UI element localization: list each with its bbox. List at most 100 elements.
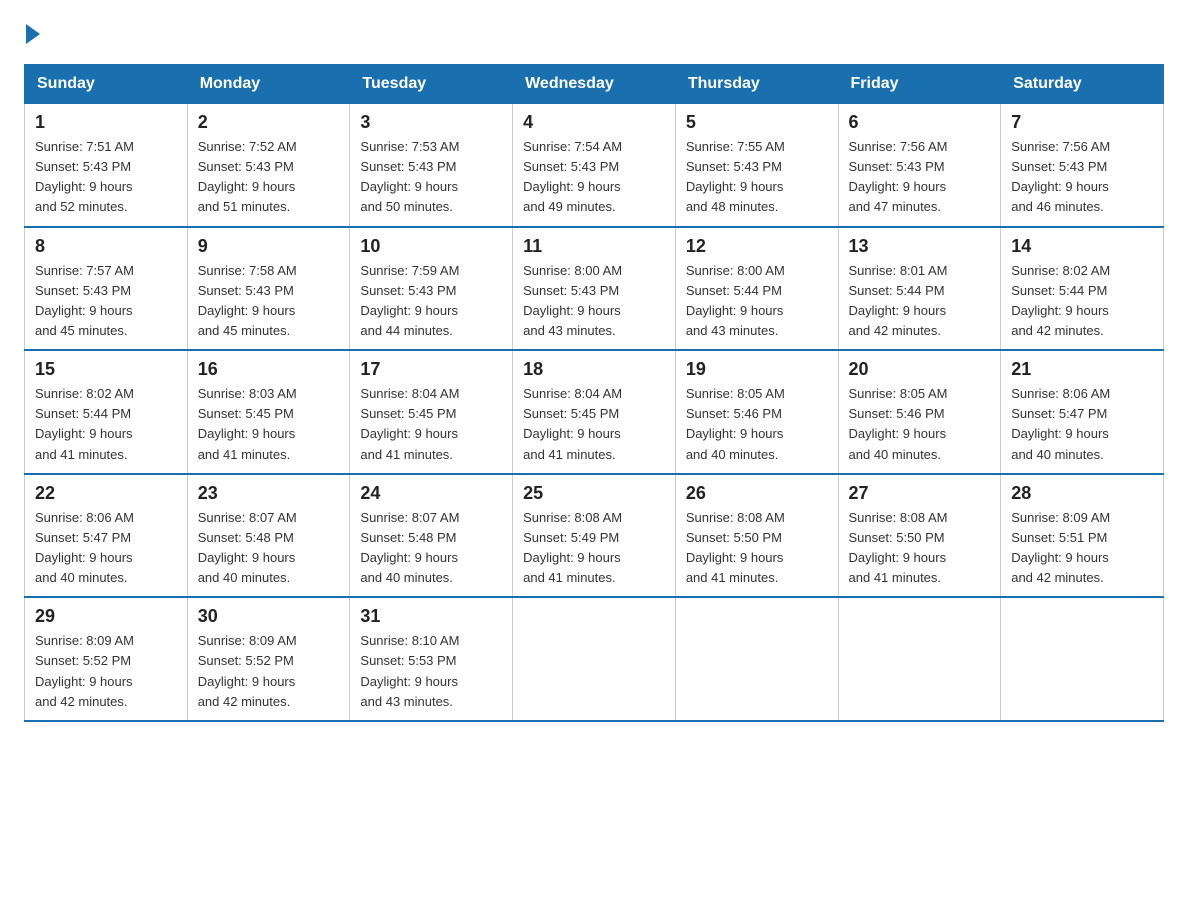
calendar-week-row: 8 Sunrise: 7:57 AMSunset: 5:43 PMDaylight… xyxy=(25,227,1164,351)
calendar-header-tuesday: Tuesday xyxy=(350,65,513,104)
calendar-cell: 29 Sunrise: 8:09 AMSunset: 5:52 PMDayligh… xyxy=(25,597,188,721)
day-info: Sunrise: 8:01 AMSunset: 5:44 PMDaylight:… xyxy=(849,261,991,342)
day-info: Sunrise: 7:55 AMSunset: 5:43 PMDaylight:… xyxy=(686,137,828,218)
day-info: Sunrise: 8:08 AMSunset: 5:50 PMDaylight:… xyxy=(686,508,828,589)
day-number: 7 xyxy=(1011,112,1153,133)
calendar-cell xyxy=(838,597,1001,721)
day-info: Sunrise: 8:00 AMSunset: 5:43 PMDaylight:… xyxy=(523,261,665,342)
calendar-cell: 23Sunrise: 8:07 AMSunset: 5:48 PMDayligh… xyxy=(187,474,350,598)
day-number: 24 xyxy=(360,483,502,504)
calendar-cell: 30 Sunrise: 8:09 AMSunset: 5:52 PMDayligh… xyxy=(187,597,350,721)
day-number: 4 xyxy=(523,112,665,133)
day-info: Sunrise: 8:07 AMSunset: 5:48 PMDaylight:… xyxy=(360,508,502,589)
day-number: 15 xyxy=(35,359,177,380)
day-info: Sunrise: 8:05 AMSunset: 5:46 PMDaylight:… xyxy=(686,384,828,465)
day-number: 8 xyxy=(35,236,177,257)
calendar-table: SundayMondayTuesdayWednesdayThursdayFrid… xyxy=(24,64,1164,722)
day-info: Sunrise: 7:59 AMSunset: 5:43 PMDaylight:… xyxy=(360,261,502,342)
day-info: Sunrise: 8:08 AMSunset: 5:50 PMDaylight:… xyxy=(849,508,991,589)
calendar-cell: 5 Sunrise: 7:55 AMSunset: 5:43 PMDaylight… xyxy=(675,104,838,227)
calendar-cell: 27 Sunrise: 8:08 AMSunset: 5:50 PMDayligh… xyxy=(838,474,1001,598)
calendar-cell: 10 Sunrise: 7:59 AMSunset: 5:43 PMDayligh… xyxy=(350,227,513,351)
day-info: Sunrise: 8:00 AMSunset: 5:44 PMDaylight:… xyxy=(686,261,828,342)
day-number: 26 xyxy=(686,483,828,504)
day-number: 30 xyxy=(198,606,340,627)
calendar-cell: 1 Sunrise: 7:51 AMSunset: 5:43 PMDaylight… xyxy=(25,104,188,227)
calendar-header-saturday: Saturday xyxy=(1001,65,1164,104)
day-info: Sunrise: 8:10 AMSunset: 5:53 PMDaylight:… xyxy=(360,631,502,712)
calendar-cell xyxy=(1001,597,1164,721)
day-info: Sunrise: 7:51 AMSunset: 5:43 PMDaylight:… xyxy=(35,137,177,218)
day-info: Sunrise: 7:53 AMSunset: 5:43 PMDaylight:… xyxy=(360,137,502,218)
calendar-cell: 11 Sunrise: 8:00 AMSunset: 5:43 PMDayligh… xyxy=(513,227,676,351)
calendar-cell: 14 Sunrise: 8:02 AMSunset: 5:44 PMDayligh… xyxy=(1001,227,1164,351)
calendar-cell: 3 Sunrise: 7:53 AMSunset: 5:43 PMDaylight… xyxy=(350,104,513,227)
calendar-cell: 8 Sunrise: 7:57 AMSunset: 5:43 PMDaylight… xyxy=(25,227,188,351)
calendar-cell: 6 Sunrise: 7:56 AMSunset: 5:43 PMDaylight… xyxy=(838,104,1001,227)
calendar-cell: 20 Sunrise: 8:05 AMSunset: 5:46 PMDayligh… xyxy=(838,350,1001,474)
calendar-cell: 21Sunrise: 8:06 AMSunset: 5:47 PMDayligh… xyxy=(1001,350,1164,474)
day-number: 3 xyxy=(360,112,502,133)
day-number: 5 xyxy=(686,112,828,133)
logo-arrow-icon xyxy=(26,24,40,44)
day-number: 31 xyxy=(360,606,502,627)
calendar-cell: 24 Sunrise: 8:07 AMSunset: 5:48 PMDayligh… xyxy=(350,474,513,598)
logo xyxy=(24,24,42,44)
day-info: Sunrise: 8:09 AMSunset: 5:51 PMDaylight:… xyxy=(1011,508,1153,589)
day-number: 20 xyxy=(849,359,991,380)
calendar-cell: 22 Sunrise: 8:06 AMSunset: 5:47 PMDayligh… xyxy=(25,474,188,598)
calendar-week-row: 1 Sunrise: 7:51 AMSunset: 5:43 PMDaylight… xyxy=(25,104,1164,227)
day-number: 10 xyxy=(360,236,502,257)
calendar-header-sunday: Sunday xyxy=(25,65,188,104)
day-info: Sunrise: 7:58 AMSunset: 5:43 PMDaylight:… xyxy=(198,261,340,342)
calendar-cell: 17Sunrise: 8:04 AMSunset: 5:45 PMDayligh… xyxy=(350,350,513,474)
calendar-cell: 9Sunrise: 7:58 AMSunset: 5:43 PMDaylight… xyxy=(187,227,350,351)
day-number: 22 xyxy=(35,483,177,504)
calendar-header-friday: Friday xyxy=(838,65,1001,104)
day-info: Sunrise: 8:09 AMSunset: 5:52 PMDaylight:… xyxy=(35,631,177,712)
day-number: 14 xyxy=(1011,236,1153,257)
day-number: 25 xyxy=(523,483,665,504)
day-info: Sunrise: 8:06 AMSunset: 5:47 PMDaylight:… xyxy=(35,508,177,589)
day-info: Sunrise: 8:05 AMSunset: 5:46 PMDaylight:… xyxy=(849,384,991,465)
calendar-week-row: 29 Sunrise: 8:09 AMSunset: 5:52 PMDayligh… xyxy=(25,597,1164,721)
day-info: Sunrise: 8:04 AMSunset: 5:45 PMDaylight:… xyxy=(360,384,502,465)
day-number: 2 xyxy=(198,112,340,133)
day-number: 19 xyxy=(686,359,828,380)
day-number: 16 xyxy=(198,359,340,380)
calendar-cell: 16Sunrise: 8:03 AMSunset: 5:45 PMDayligh… xyxy=(187,350,350,474)
calendar-header-row: SundayMondayTuesdayWednesdayThursdayFrid… xyxy=(25,65,1164,104)
day-info: Sunrise: 7:52 AMSunset: 5:43 PMDaylight:… xyxy=(198,137,340,218)
day-info: Sunrise: 8:06 AMSunset: 5:47 PMDaylight:… xyxy=(1011,384,1153,465)
calendar-cell: 25Sunrise: 8:08 AMSunset: 5:49 PMDayligh… xyxy=(513,474,676,598)
day-number: 28 xyxy=(1011,483,1153,504)
page-header xyxy=(24,24,1164,44)
calendar-cell: 28 Sunrise: 8:09 AMSunset: 5:51 PMDayligh… xyxy=(1001,474,1164,598)
day-info: Sunrise: 7:56 AMSunset: 5:43 PMDaylight:… xyxy=(849,137,991,218)
day-number: 29 xyxy=(35,606,177,627)
calendar-cell: 26 Sunrise: 8:08 AMSunset: 5:50 PMDayligh… xyxy=(675,474,838,598)
day-info: Sunrise: 8:09 AMSunset: 5:52 PMDaylight:… xyxy=(198,631,340,712)
day-info: Sunrise: 8:02 AMSunset: 5:44 PMDaylight:… xyxy=(35,384,177,465)
calendar-cell xyxy=(513,597,676,721)
day-number: 11 xyxy=(523,236,665,257)
day-info: Sunrise: 7:57 AMSunset: 5:43 PMDaylight:… xyxy=(35,261,177,342)
day-number: 1 xyxy=(35,112,177,133)
day-number: 13 xyxy=(849,236,991,257)
calendar-cell: 31 Sunrise: 8:10 AMSunset: 5:53 PMDayligh… xyxy=(350,597,513,721)
day-number: 18 xyxy=(523,359,665,380)
day-number: 23 xyxy=(198,483,340,504)
day-info: Sunrise: 7:56 AMSunset: 5:43 PMDaylight:… xyxy=(1011,137,1153,218)
calendar-header-monday: Monday xyxy=(187,65,350,104)
calendar-cell: 12 Sunrise: 8:00 AMSunset: 5:44 PMDayligh… xyxy=(675,227,838,351)
day-number: 27 xyxy=(849,483,991,504)
calendar-week-row: 15 Sunrise: 8:02 AMSunset: 5:44 PMDayligh… xyxy=(25,350,1164,474)
calendar-cell: 7 Sunrise: 7:56 AMSunset: 5:43 PMDaylight… xyxy=(1001,104,1164,227)
day-info: Sunrise: 8:04 AMSunset: 5:45 PMDaylight:… xyxy=(523,384,665,465)
calendar-cell: 15 Sunrise: 8:02 AMSunset: 5:44 PMDayligh… xyxy=(25,350,188,474)
day-info: Sunrise: 8:02 AMSunset: 5:44 PMDaylight:… xyxy=(1011,261,1153,342)
day-number: 12 xyxy=(686,236,828,257)
day-number: 6 xyxy=(849,112,991,133)
calendar-cell: 13 Sunrise: 8:01 AMSunset: 5:44 PMDayligh… xyxy=(838,227,1001,351)
calendar-cell: 19 Sunrise: 8:05 AMSunset: 5:46 PMDayligh… xyxy=(675,350,838,474)
